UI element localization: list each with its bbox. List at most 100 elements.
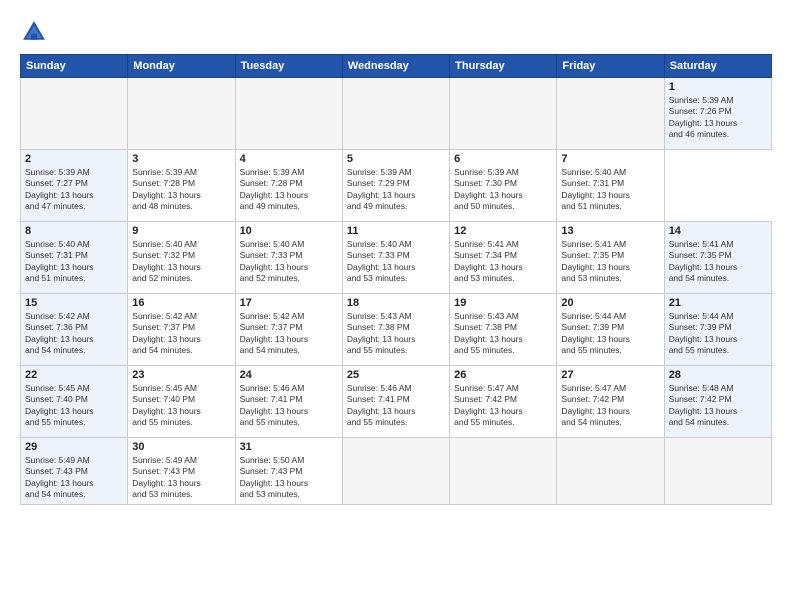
day-number: 28 — [669, 369, 767, 381]
table-row — [557, 78, 664, 150]
day-number: 30 — [132, 441, 230, 453]
day-info: Sunrise: 5:40 AM Sunset: 7:33 PM Dayligh… — [347, 239, 445, 285]
table-row — [450, 78, 557, 150]
table-row: 13 Sunrise: 5:41 AM Sunset: 7:35 PM Dayli… — [557, 222, 664, 294]
day-info: Sunrise: 5:45 AM Sunset: 7:40 PM Dayligh… — [132, 383, 230, 429]
table-row: 2 Sunrise: 5:39 AM Sunset: 7:27 PM Daylig… — [21, 150, 128, 222]
table-row: 6Sunrise: 5:39 AM Sunset: 7:30 PM Daylig… — [450, 150, 557, 222]
day-number: 19 — [454, 297, 552, 309]
col-wednesday: Wednesday — [342, 55, 449, 78]
table-row — [342, 438, 449, 505]
day-info: Sunrise: 5:41 AM Sunset: 7:35 PM Dayligh… — [669, 239, 767, 285]
header — [20, 18, 772, 46]
table-row — [21, 78, 128, 150]
col-thursday: Thursday — [450, 55, 557, 78]
day-number: 15 — [25, 297, 123, 309]
calendar-header-row: Sunday Monday Tuesday Wednesday Thursday… — [21, 55, 772, 78]
day-info: Sunrise: 5:46 AM Sunset: 7:41 PM Dayligh… — [347, 383, 445, 429]
day-number: 9 — [132, 225, 230, 237]
day-info: Sunrise: 5:47 AM Sunset: 7:42 PM Dayligh… — [561, 383, 659, 429]
day-number: 12 — [454, 225, 552, 237]
day-info: Sunrise: 5:47 AM Sunset: 7:42 PM Dayligh… — [454, 383, 552, 429]
table-row: 31 Sunrise: 5:50 AM Sunset: 7:43 PM Dayli… — [235, 438, 342, 505]
day-info: Sunrise: 5:43 AM Sunset: 7:38 PM Dayligh… — [454, 311, 552, 357]
day-number: 3 — [132, 153, 230, 165]
col-tuesday: Tuesday — [235, 55, 342, 78]
table-row — [342, 78, 449, 150]
day-info: Sunrise: 5:39 AM Sunset: 7:28 PM Dayligh… — [240, 167, 338, 213]
day-number: 1 — [669, 81, 767, 93]
table-row — [557, 438, 664, 505]
table-row: 24Sunrise: 5:46 AM Sunset: 7:41 PM Dayli… — [235, 366, 342, 438]
col-friday: Friday — [557, 55, 664, 78]
week-row: 2 Sunrise: 5:39 AM Sunset: 7:27 PM Daylig… — [21, 150, 772, 222]
calendar-table: Sunday Monday Tuesday Wednesday Thursday… — [20, 54, 772, 505]
day-number: 4 — [240, 153, 338, 165]
table-row: 10 Sunrise: 5:40 AM Sunset: 7:33 PM Dayli… — [235, 222, 342, 294]
col-monday: Monday — [128, 55, 235, 78]
table-row: 18 Sunrise: 5:43 AM Sunset: 7:38 PM Dayli… — [342, 294, 449, 366]
week-row: 8Sunrise: 5:40 AM Sunset: 7:31 PM Daylig… — [21, 222, 772, 294]
day-info: Sunrise: 5:48 AM Sunset: 7:42 PM Dayligh… — [669, 383, 767, 429]
table-row: 8Sunrise: 5:40 AM Sunset: 7:31 PM Daylig… — [21, 222, 128, 294]
table-row: 7 Sunrise: 5:40 AM Sunset: 7:31 PM Daylig… — [557, 150, 664, 222]
day-info: Sunrise: 5:41 AM Sunset: 7:35 PM Dayligh… — [561, 239, 659, 285]
day-info: Sunrise: 5:45 AM Sunset: 7:40 PM Dayligh… — [25, 383, 123, 429]
day-number: 2 — [25, 153, 123, 165]
table-row: 25 Sunrise: 5:46 AM Sunset: 7:41 PM Dayli… — [342, 366, 449, 438]
day-info: Sunrise: 5:50 AM Sunset: 7:43 PM Dayligh… — [240, 455, 338, 501]
day-info: Sunrise: 5:43 AM Sunset: 7:38 PM Dayligh… — [347, 311, 445, 357]
table-row: 11Sunrise: 5:40 AM Sunset: 7:33 PM Dayli… — [342, 222, 449, 294]
day-info: Sunrise: 5:46 AM Sunset: 7:41 PM Dayligh… — [240, 383, 338, 429]
day-number: 16 — [132, 297, 230, 309]
day-number: 13 — [561, 225, 659, 237]
day-info: Sunrise: 5:39 AM Sunset: 7:27 PM Dayligh… — [25, 167, 123, 213]
day-info: Sunrise: 5:44 AM Sunset: 7:39 PM Dayligh… — [669, 311, 767, 357]
table-row: 15Sunrise: 5:42 AM Sunset: 7:36 PM Dayli… — [21, 294, 128, 366]
table-row: 12Sunrise: 5:41 AM Sunset: 7:34 PM Dayli… — [450, 222, 557, 294]
day-number: 22 — [25, 369, 123, 381]
day-number: 14 — [669, 225, 767, 237]
day-info: Sunrise: 5:39 AM Sunset: 7:30 PM Dayligh… — [454, 167, 552, 213]
table-row — [664, 438, 771, 505]
table-row — [450, 438, 557, 505]
col-saturday: Saturday — [664, 55, 771, 78]
day-info: Sunrise: 5:42 AM Sunset: 7:37 PM Dayligh… — [132, 311, 230, 357]
day-number: 29 — [25, 441, 123, 453]
table-row: 26Sunrise: 5:47 AM Sunset: 7:42 PM Dayli… — [450, 366, 557, 438]
day-info: Sunrise: 5:40 AM Sunset: 7:33 PM Dayligh… — [240, 239, 338, 285]
day-number: 7 — [561, 153, 659, 165]
week-row: 22 Sunrise: 5:45 AM Sunset: 7:40 PM Dayli… — [21, 366, 772, 438]
day-number: 17 — [240, 297, 338, 309]
table-row: 17 Sunrise: 5:42 AM Sunset: 7:37 PM Dayli… — [235, 294, 342, 366]
table-row: 19 Sunrise: 5:43 AM Sunset: 7:38 PM Dayli… — [450, 294, 557, 366]
day-info: Sunrise: 5:42 AM Sunset: 7:37 PM Dayligh… — [240, 311, 338, 357]
week-row: 29 Sunrise: 5:49 AM Sunset: 7:43 PM Dayli… — [21, 438, 772, 505]
table-row: 29 Sunrise: 5:49 AM Sunset: 7:43 PM Dayli… — [21, 438, 128, 505]
table-row: 1Sunrise: 5:39 AM Sunset: 7:26 PM Daylig… — [664, 78, 771, 150]
day-info: Sunrise: 5:39 AM Sunset: 7:28 PM Dayligh… — [132, 167, 230, 213]
table-row: 20 Sunrise: 5:44 AM Sunset: 7:39 PM Dayli… — [557, 294, 664, 366]
table-row: 28 Sunrise: 5:48 AM Sunset: 7:42 PM Dayli… — [664, 366, 771, 438]
table-row: 5Sunrise: 5:39 AM Sunset: 7:29 PM Daylig… — [342, 150, 449, 222]
day-number: 10 — [240, 225, 338, 237]
page: Sunday Monday Tuesday Wednesday Thursday… — [0, 0, 792, 612]
week-row: 15Sunrise: 5:42 AM Sunset: 7:36 PM Dayli… — [21, 294, 772, 366]
logo — [20, 18, 52, 46]
day-number: 25 — [347, 369, 445, 381]
day-number: 31 — [240, 441, 338, 453]
day-info: Sunrise: 5:49 AM Sunset: 7:43 PM Dayligh… — [132, 455, 230, 501]
day-info: Sunrise: 5:44 AM Sunset: 7:39 PM Dayligh… — [561, 311, 659, 357]
day-info: Sunrise: 5:49 AM Sunset: 7:43 PM Dayligh… — [25, 455, 123, 501]
day-info: Sunrise: 5:39 AM Sunset: 7:29 PM Dayligh… — [347, 167, 445, 213]
day-number: 20 — [561, 297, 659, 309]
table-row: 23 Sunrise: 5:45 AM Sunset: 7:40 PM Dayli… — [128, 366, 235, 438]
table-row — [235, 78, 342, 150]
col-sunday: Sunday — [21, 55, 128, 78]
day-number: 18 — [347, 297, 445, 309]
table-row: 9Sunrise: 5:40 AM Sunset: 7:32 PM Daylig… — [128, 222, 235, 294]
day-info: Sunrise: 5:40 AM Sunset: 7:31 PM Dayligh… — [561, 167, 659, 213]
day-number: 23 — [132, 369, 230, 381]
logo-icon — [20, 18, 48, 46]
table-row — [128, 78, 235, 150]
